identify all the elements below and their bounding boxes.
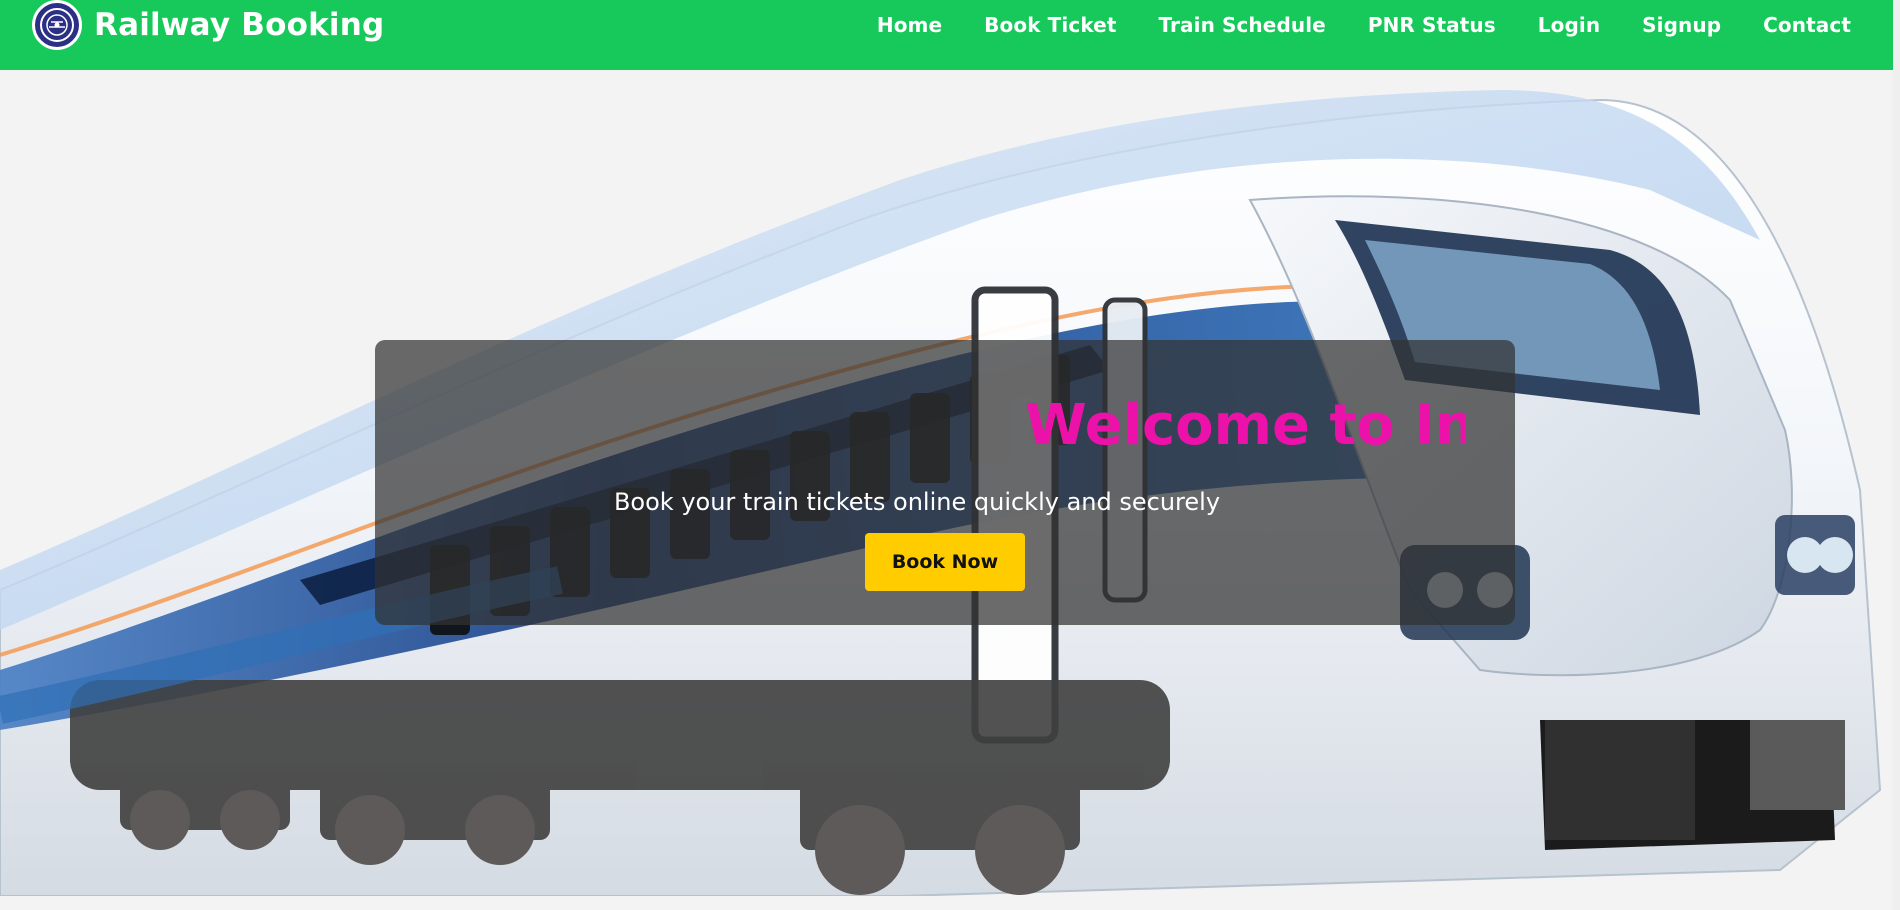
nav-pnr-status[interactable]: PNR Status	[1368, 13, 1496, 37]
welcome-marquee: Welcome to India	[1025, 393, 1465, 458]
scrollbar-gutter[interactable]	[1893, 0, 1900, 910]
brand[interactable]: Railway Booking	[32, 0, 384, 50]
nav-train-schedule[interactable]: Train Schedule	[1159, 13, 1326, 37]
nav-signup[interactable]: Signup	[1642, 13, 1721, 37]
nav-home[interactable]: Home	[877, 13, 942, 37]
nav-login[interactable]: Login	[1538, 13, 1600, 37]
indian-railways-emblem-icon	[32, 0, 82, 50]
nav-contact[interactable]: Contact	[1763, 13, 1851, 37]
main-nav: Home Book Ticket Train Schedule PNR Stat…	[877, 13, 1851, 37]
hero-subtitle: Book your train tickets online quickly a…	[613, 488, 1221, 516]
hero-overlay-panel: Welcome to India Book your train tickets…	[375, 340, 1515, 625]
hero-section: Welcome to India Book your train tickets…	[0, 70, 1893, 896]
brand-title: Railway Booking	[94, 7, 385, 43]
marquee-viewport: Welcome to India	[375, 340, 1465, 490]
page-bottom-strip	[0, 896, 1893, 910]
nav-book-ticket[interactable]: Book Ticket	[984, 13, 1116, 37]
top-navbar: Railway Booking Home Book Ticket Train S…	[0, 0, 1893, 70]
book-now-button[interactable]: Book Now	[865, 533, 1025, 591]
